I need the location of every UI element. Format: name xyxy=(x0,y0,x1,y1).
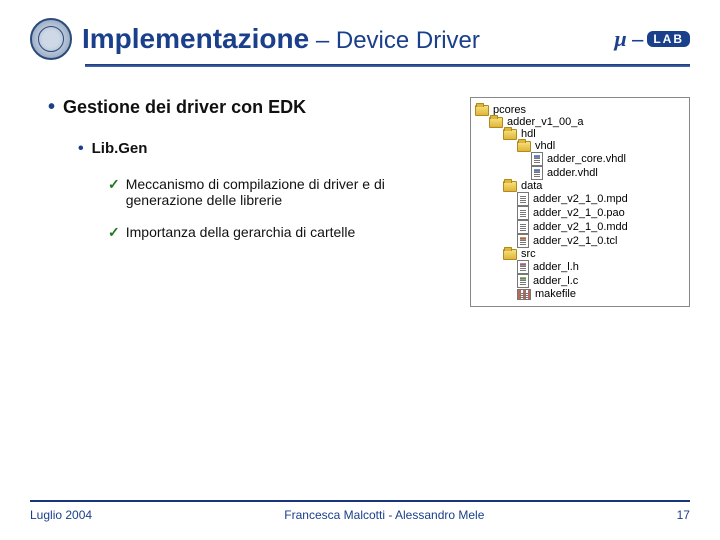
tree-label: adder_core.vhdl xyxy=(547,153,626,165)
footer-authors: Francesca Malcotti - Alessandro Mele xyxy=(284,508,484,522)
tree-file: makefile xyxy=(475,288,681,300)
bullet3a-text: Meccanismo di compilazione di driver e d… xyxy=(126,176,448,208)
tree-label: vhdl xyxy=(535,140,555,152)
footer-row: Luglio 2004 Francesca Malcotti - Alessan… xyxy=(30,508,690,522)
title-strong: Implementazione xyxy=(82,23,309,54)
tree-file: adder_v2_1_0.pao xyxy=(475,206,681,220)
tree-label: adder_v2_1_0.tcl xyxy=(533,235,617,247)
university-seal-icon xyxy=(30,18,72,60)
tree-folder: hdl xyxy=(475,128,681,140)
footer-date: Luglio 2004 xyxy=(30,508,92,522)
c-file-icon xyxy=(517,274,529,288)
bullet-level3: ✓ Meccanismo di compilazione di driver e… xyxy=(108,176,448,208)
logo-mu: µ – xyxy=(614,26,643,52)
tree-folder: src xyxy=(475,248,681,260)
tree-label: pcores xyxy=(493,104,526,116)
tree-label: adder_v2_1_0.mdd xyxy=(533,221,628,233)
check-icon: ✓ xyxy=(108,224,120,241)
vhdl-file-icon xyxy=(531,166,543,180)
tree-folder: vhdl xyxy=(475,140,681,152)
bullet-dot-icon: • xyxy=(78,140,84,158)
folder-icon xyxy=(503,249,517,260)
header: Implementazione – Device Driver µ – LAB xyxy=(30,18,690,60)
title-rest: – Device Driver xyxy=(309,27,480,54)
tree-folder: pcores xyxy=(475,104,681,116)
header-file-icon xyxy=(517,260,529,274)
tree-label: adder_l.c xyxy=(533,275,578,287)
tree-folder: data xyxy=(475,180,681,192)
file-icon xyxy=(517,206,529,220)
tree-label: adder.vhdl xyxy=(547,167,598,179)
file-icon xyxy=(517,192,529,206)
folder-icon xyxy=(475,105,489,116)
bullet-level2: • Lib.Gen xyxy=(78,140,458,158)
bullet-level1: • Gestione dei driver con EDK xyxy=(48,97,458,118)
slide-title: Implementazione – Device Driver xyxy=(82,23,480,55)
tree-file: adder_v2_1_0.mpd xyxy=(475,192,681,206)
tree-file: adder_v2_1_0.tcl xyxy=(475,234,681,248)
tree-label: adder_v1_00_a xyxy=(507,116,583,128)
folder-tree: pcores adder_v1_00_a hdl vhdl adder_core… xyxy=(470,97,690,307)
vhdl-file-icon xyxy=(531,152,543,166)
folder-icon xyxy=(503,129,517,140)
page-number: 17 xyxy=(677,508,690,522)
bullet2-text: Lib.Gen xyxy=(92,140,148,158)
header-rule xyxy=(85,64,690,67)
tree-file: adder_core.vhdl xyxy=(475,152,681,166)
folder-icon xyxy=(517,141,531,152)
tree-file: adder_l.h xyxy=(475,260,681,274)
tree-label: src xyxy=(521,248,536,260)
tree-file: adder_v2_1_0.mdd xyxy=(475,220,681,234)
tree-label: adder_v2_1_0.mpd xyxy=(533,193,628,205)
tree-label: data xyxy=(521,180,542,192)
tree-file: adder_l.c xyxy=(475,274,681,288)
file-icon xyxy=(517,220,529,234)
folder-icon xyxy=(503,181,517,192)
check-icon: ✓ xyxy=(108,176,120,208)
mulab-logo: µ – LAB xyxy=(614,26,690,52)
tree-label: adder_v2_1_0.pao xyxy=(533,207,625,219)
tcl-file-icon xyxy=(517,234,529,248)
slide: Implementazione – Device Driver µ – LAB … xyxy=(0,0,720,540)
tree-label: adder_l.h xyxy=(533,261,579,273)
makefile-icon xyxy=(517,289,531,300)
tree-label: makefile xyxy=(535,288,576,300)
content-area: • Gestione dei driver con EDK • Lib.Gen … xyxy=(30,97,690,307)
bullet3b-text: Importanza della gerarchia di cartelle xyxy=(126,224,356,241)
bullet-level3: ✓ Importanza della gerarchia di cartelle xyxy=(108,224,448,241)
tree-file: adder.vhdl xyxy=(475,166,681,180)
bullet1-text: Gestione dei driver con EDK xyxy=(63,97,306,118)
footer-rule xyxy=(30,500,690,502)
logo-lab: LAB xyxy=(647,31,690,47)
bullet-column: • Gestione dei driver con EDK • Lib.Gen … xyxy=(48,97,458,307)
bullet-dot-icon: • xyxy=(48,97,55,118)
folder-icon xyxy=(489,117,503,128)
footer: Luglio 2004 Francesca Malcotti - Alessan… xyxy=(30,500,690,522)
